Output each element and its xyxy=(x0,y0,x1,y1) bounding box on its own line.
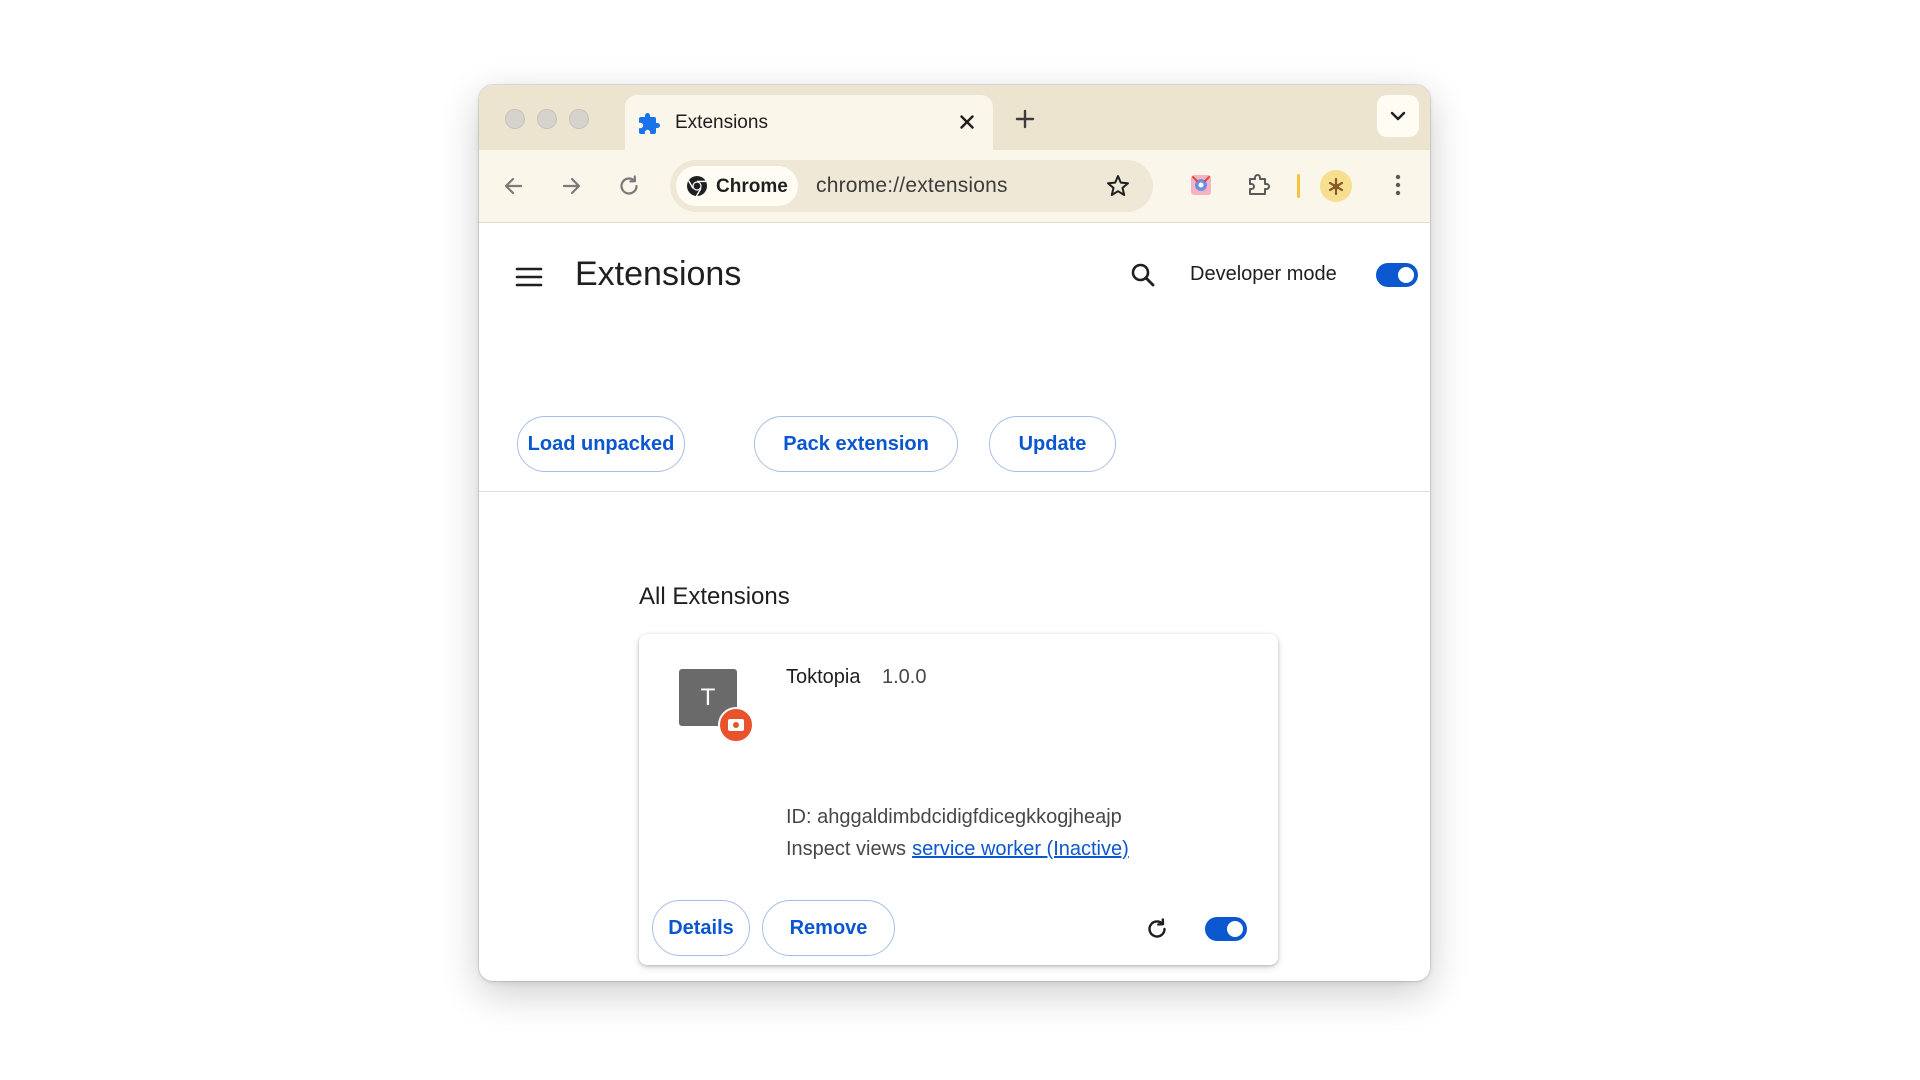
chrome-logo-icon xyxy=(687,176,707,197)
section-title: All Extensions xyxy=(639,583,790,610)
pack-extension-button[interactable]: Pack extension xyxy=(754,416,958,472)
forward-arrow-icon[interactable] xyxy=(556,171,586,201)
camera-icon xyxy=(728,719,744,731)
window-zoom-dot[interactable] xyxy=(569,109,589,129)
extension-enable-toggle[interactable] xyxy=(1205,917,1247,941)
chevron-down-icon xyxy=(1390,111,1406,121)
service-worker-link[interactable]: service worker (Inactive) xyxy=(912,838,1129,860)
details-button[interactable]: Details xyxy=(652,900,750,956)
toolbar: Chrome chrome://extensions xyxy=(479,150,1430,223)
inspect-views: Inspect views service worker (Inactive) xyxy=(786,838,1129,861)
extension-version: 1.0.0 xyxy=(882,666,927,688)
load-unpacked-button[interactable]: Load unpacked xyxy=(517,416,685,472)
header-divider xyxy=(479,491,1430,492)
toggle-knob xyxy=(1227,921,1243,937)
puzzle-icon xyxy=(639,113,660,134)
toolbar-separator xyxy=(1297,174,1300,198)
developer-mode-toggle[interactable] xyxy=(1376,263,1418,287)
browser-window: Extensions Chrome chrome://extensions Ex… xyxy=(479,85,1430,981)
search-icon[interactable] xyxy=(1128,260,1158,290)
extensions-page: Extensions Developer mode Load unpacked … xyxy=(479,223,1430,981)
plus-icon[interactable] xyxy=(1011,105,1039,133)
extension-id: ID: ahggaldimbdcidigfdicegkkogjheajp xyxy=(786,806,1122,828)
star-icon[interactable] xyxy=(1105,173,1131,199)
hamburger-menu-icon[interactable] xyxy=(515,263,543,291)
window-minimize-dot[interactable] xyxy=(537,109,557,129)
toggle-knob xyxy=(1398,267,1414,283)
extension-card: T Toktopia 1.0.0 ID: ahggaldimbdcidigfdi… xyxy=(639,634,1278,965)
tab-extensions[interactable]: Extensions xyxy=(625,95,993,150)
tab-strip: Extensions xyxy=(479,85,1430,150)
remove-button[interactable]: Remove xyxy=(762,900,895,956)
window-close-dot[interactable] xyxy=(505,109,525,129)
address-bar[interactable]: Chrome chrome://extensions xyxy=(670,160,1153,212)
puzzle-outline-icon[interactable] xyxy=(1243,169,1275,201)
close-icon[interactable] xyxy=(955,110,979,134)
inspect-views-label: Inspect views xyxy=(786,838,907,860)
update-button[interactable]: Update xyxy=(989,416,1116,472)
profile-icon xyxy=(1328,177,1344,196)
page-title: Extensions xyxy=(575,255,742,293)
chip-label: Chrome xyxy=(716,176,788,197)
avatar[interactable] xyxy=(1320,170,1352,202)
back-arrow-icon[interactable] xyxy=(499,171,529,201)
extension-icon[interactable] xyxy=(1185,169,1217,201)
extension-badge xyxy=(718,707,754,743)
developer-mode-label: Developer mode xyxy=(1190,263,1337,285)
url-text[interactable]: chrome://extensions xyxy=(816,174,1008,198)
site-info-chip[interactable]: Chrome xyxy=(676,166,798,206)
kebab-menu-icon[interactable] xyxy=(1382,169,1414,201)
extension-name: Toktopia xyxy=(786,666,861,688)
reload-icon[interactable] xyxy=(614,171,644,201)
tab-search-button[interactable] xyxy=(1377,95,1419,137)
tab-title: Extensions xyxy=(675,112,768,133)
reload-icon[interactable] xyxy=(1143,915,1171,943)
